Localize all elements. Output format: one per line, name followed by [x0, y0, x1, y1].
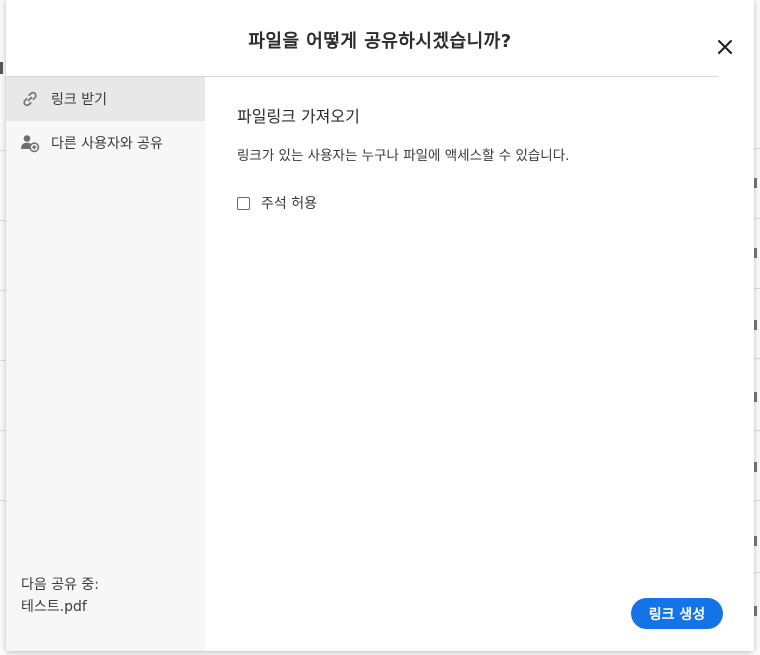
allow-comments-option[interactable]: 주석 허용 — [237, 193, 317, 213]
allow-comments-checkbox[interactable] — [237, 196, 250, 210]
sidebar-item-get-link[interactable]: 링크 받기 — [6, 77, 205, 121]
sharing-file-info: 다음 공유 중: 테스트.pdf — [21, 574, 99, 618]
dialog-header: 파일을 어떻게 공유하시겠습니까? — [6, 0, 754, 77]
get-link-panel: 파일링크 가져오기 링크가 있는 사용자는 누구나 파일에 액세스할 수 있습니… — [205, 77, 754, 651]
sharing-label: 다음 공유 중: — [21, 577, 100, 593]
background-text-fragment — [0, 62, 3, 74]
share-dialog: 파일을 어떻게 공유하시겠습니까? 링크 받기 다른 사용자와 공유 다음 공유… — [6, 0, 754, 651]
allow-comments-label: 주석 허용 — [261, 196, 317, 212]
add-user-icon — [20, 133, 40, 153]
link-icon — [20, 89, 40, 109]
shared-file-name: 테스트.pdf — [21, 599, 87, 615]
share-sidebar: 링크 받기 다른 사용자와 공유 다음 공유 중: 테스트.pdf — [6, 77, 205, 651]
section-title: 파일링크 가져오기 — [237, 107, 360, 126]
close-icon — [718, 40, 732, 54]
close-button[interactable] — [714, 36, 736, 58]
sidebar-item-share-with-others[interactable]: 다른 사용자와 공유 — [6, 121, 205, 165]
sidebar-item-label: 링크 받기 — [51, 92, 107, 108]
create-link-button[interactable]: 링크 생성 — [631, 598, 723, 629]
sidebar-item-label: 다른 사용자와 공유 — [51, 136, 163, 152]
link-access-description: 링크가 있는 사용자는 누구나 파일에 액세스할 수 있습니다. — [237, 148, 570, 164]
dialog-title: 파일을 어떻게 공유하시겠습니까? — [248, 31, 512, 52]
